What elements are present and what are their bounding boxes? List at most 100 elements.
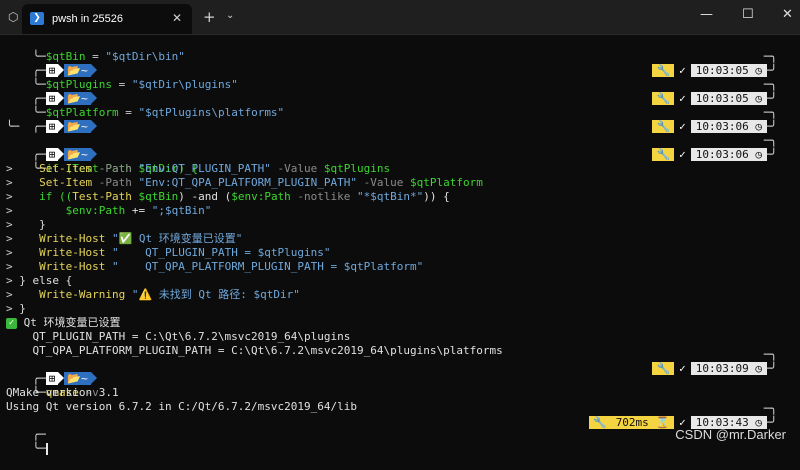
right-prompt: 🔧 ✓ 10:03:05 ◷ <box>626 78 767 105</box>
chevron-down-icon[interactable]: ⌄ <box>226 10 234 21</box>
string-token: "Env:QT_QPA_PLATFORM_PLUGIN_PATH" <box>138 176 358 189</box>
code-text: } <box>39 218 46 231</box>
code-line: > Write-Host " QT_QPA_PLATFORM_PLUGIN_PA… <box>6 260 423 274</box>
wrench-icon: 🔧 <box>652 148 675 161</box>
new-tab-button[interactable]: + <box>203 8 216 26</box>
code-line: > if ((Test-Path $qtBin) -and ($env:Path… <box>6 190 450 204</box>
windows-icon: ⊞ <box>45 120 59 133</box>
string-token: "$qtDir\plugins" <box>131 78 238 91</box>
prompt-frame: ─╯ <box>763 64 777 77</box>
wrench-icon: 🔧 <box>652 64 675 77</box>
duration-segment: 702ms ⌛ <box>610 416 675 429</box>
prompt-line: ╰─ <box>6 120 19 134</box>
command-token: Write-Host <box>39 246 106 259</box>
output-text: Using Qt version 6.7.2 in C:/Qt/6.7.2/ms… <box>6 400 357 413</box>
folder-icon: 📂 <box>67 120 82 133</box>
continuation-marker: > <box>6 190 13 203</box>
prompt-frame: ─╮ <box>763 402 777 415</box>
operator-token: ) -and ( <box>178 190 232 203</box>
prompt-frame: ─╮ <box>763 78 777 91</box>
code-line: ╰─$qtPlugins = "$qtDir\plugins" <box>6 64 238 91</box>
prompt-frame: ─╯ <box>763 120 777 133</box>
wrench-icon: 🔧 <box>588 416 611 429</box>
command-token: Set-Item <box>39 162 93 175</box>
command-token: Set-Item <box>39 176 93 189</box>
clock-icon: ◷ <box>755 120 762 133</box>
output-text: QMake version 3.1 <box>6 386 119 399</box>
check-mark-icon: ✓ <box>6 317 17 329</box>
output-text: QT_PLUGIN_PATH = C:\Qt\6.7.2\msvc2019_64… <box>6 330 351 343</box>
close-window-button[interactable]: ✕ <box>782 7 793 22</box>
variable-token: $env:Path <box>65 204 126 217</box>
right-prompt: 🔧 ✓ 10:03:06 ◷ <box>626 106 767 133</box>
code-line: > Write-Warning "⚠️ 未找到 Qt 路径: $qtDir" <box>6 288 300 302</box>
string-token: "✅ Qt 环境变量已设置" <box>105 232 243 245</box>
string-token: "$qtDir\bin" <box>105 50 185 63</box>
time-text: 10:03:09 <box>695 362 749 375</box>
variable-token: $env:Path <box>231 190 291 203</box>
maximize-button[interactable]: ☐ <box>742 7 754 22</box>
command-token: Write-Host <box>39 232 106 245</box>
prompt-frame: ─╮ <box>763 50 777 63</box>
prompt-line: ╭─ ⊞ 📂~ <box>6 78 97 105</box>
operator-token: = <box>111 78 132 91</box>
check-icon: ✓ <box>674 120 691 133</box>
clock-icon: ◷ <box>755 362 762 375</box>
code-line: ╰─if (Test-Path $qtDir) { <box>6 148 199 175</box>
code-line: > Set-Item -Path "Env:QT_QPA_PLATFORM_PL… <box>6 176 483 190</box>
input-line[interactable]: ╰─ <box>6 428 48 455</box>
operator-token: += <box>125 204 152 217</box>
code-text: } else { <box>19 274 73 287</box>
tab-title: pwsh in 25526 <box>52 13 123 25</box>
code-line: > } <box>6 302 26 316</box>
param-token: -Path <box>92 176 139 189</box>
continuation-marker: > <box>6 274 13 287</box>
continuation-marker: > <box>6 246 13 259</box>
code-line: ╰─$qtPlatform = "$qtPlugins\platforms" <box>6 92 285 119</box>
command-token: Test-Path <box>72 190 132 203</box>
prompt-line: ╭─ ⊞ 📂~ <box>6 106 97 133</box>
time-text: 10:03:06 <box>695 120 749 133</box>
prompt-line: ╭─ ⊞ 📂~ <box>6 50 97 77</box>
time-text: 10:03:06 <box>695 148 749 161</box>
prompt-frame: ─╮ <box>763 134 777 147</box>
powershell-icon: ❯ <box>30 12 44 25</box>
terminal-area[interactable]: ╰─$qtBin = "$qtDir\bin" ╭─ ⊞ 📂~ 🔧 ✓ 10:03:05… <box>0 35 800 455</box>
keyword-token: if (( <box>39 190 73 203</box>
close-tab-icon[interactable]: ✕ <box>172 11 182 25</box>
code-line: > Write-Host "✅ Qt 环境变量已设置" <box>6 232 242 246</box>
continuation-marker: > <box>6 302 13 315</box>
prompt-line: ╭─ ⊞ 📂~ <box>6 358 97 385</box>
right-prompt: 🔧 ✓ 10:03:06 ◷ <box>626 134 767 161</box>
code-text: } <box>19 302 26 315</box>
continuation-marker: > <box>6 288 13 301</box>
prompt-frame: ─╮ <box>763 348 777 361</box>
time-text: 10:03:05 <box>695 64 749 77</box>
watermark: CSDN @mr.Darker <box>675 427 786 442</box>
output-line: Using Qt version 6.7.2 in C:/Qt/6.7.2/ms… <box>6 400 357 414</box>
title-bar: ⬡ ❯ pwsh in 25526 ✕ + ⌄ — ☐ ✕ <box>0 0 800 35</box>
string-token: "*$qtBin*" <box>357 190 424 203</box>
minimize-button[interactable]: — <box>700 7 713 22</box>
continuation-marker: > <box>6 260 13 273</box>
path-segment: 📂~ <box>64 120 91 133</box>
operator-token: -notlike <box>290 190 358 203</box>
time-segment: 10:03:05 ◷ <box>690 64 767 77</box>
terminal-tab[interactable]: ❯ pwsh in 25526 ✕ <box>22 4 192 34</box>
shield-icon: ⬡ <box>8 10 19 24</box>
wrench-icon: 🔧 <box>652 120 675 133</box>
string-token: " QT_PLUGIN_PATH = $qtPlugins" <box>105 246 331 259</box>
code-line: > } else { <box>6 274 72 288</box>
prompt-frame: ╰─ <box>6 120 20 133</box>
check-icon: ✓ <box>674 92 691 105</box>
variable-token: $qtPlugins <box>323 162 391 175</box>
prompt-line: ╭─ <box>6 414 46 441</box>
code-line: ╰─$qtBin = "$qtDir\bin" <box>6 36 185 63</box>
prompt-frame: ─╮ <box>763 106 777 119</box>
time-text: 10:03:05 <box>695 92 749 105</box>
prompt-line: ╭─ ⊞ 📂~ <box>6 134 97 161</box>
variable-token: $qtPlatform <box>410 176 483 189</box>
check-icon: ✓ <box>674 148 691 161</box>
output-line: QT_PLUGIN_PATH = C:\Qt\6.7.2\msvc2019_64… <box>6 330 350 344</box>
code-line: > Set-Item -Path "Env:QT_PLUGIN_PATH" -V… <box>6 162 390 176</box>
